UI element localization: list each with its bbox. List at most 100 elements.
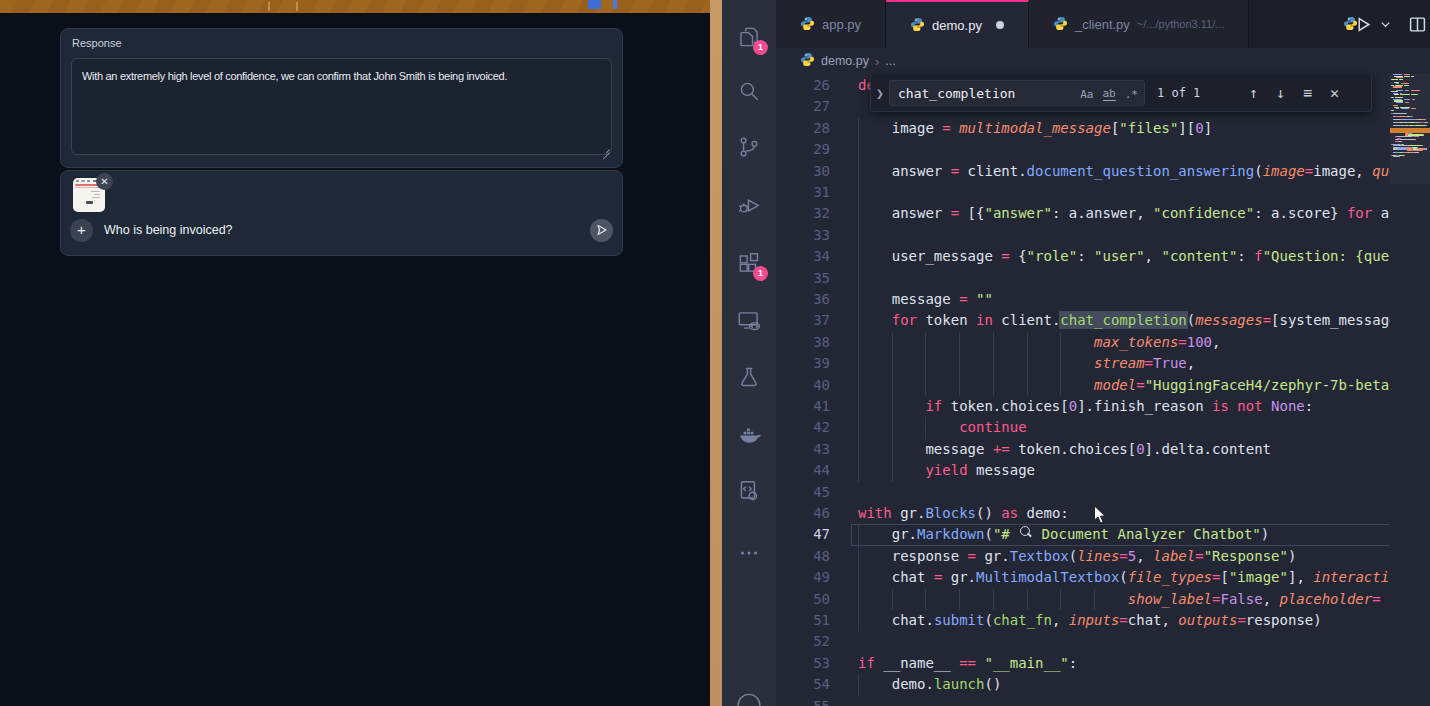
indent-guide <box>925 375 926 396</box>
textarea-resize-handle[interactable] <box>602 145 610 153</box>
source-control-icon[interactable] <box>736 134 762 160</box>
docker-icon[interactable] <box>736 422 762 448</box>
breadcrumb[interactable]: demo.py › ... <box>776 48 1430 74</box>
python-file-icon <box>800 52 815 70</box>
indent-guide <box>858 310 859 331</box>
code-line-28[interactable]: 28image = multimodal_message["files"][0] <box>776 118 1430 139</box>
code-line-40[interactable]: 40model="HuggingFaceH4/zephyr-7b-beta", <box>776 375 1430 396</box>
code-line-43[interactable]: 43message += token.choices[0].delta.cont… <box>776 439 1430 460</box>
whole-word-icon[interactable]: ab <box>1103 87 1116 101</box>
run-button[interactable] <box>1355 16 1372 33</box>
minimap[interactable] <box>1390 74 1430 706</box>
indent-guide <box>892 353 893 374</box>
send-button[interactable] <box>590 219 613 242</box>
indent-guide <box>858 118 859 139</box>
test-beaker-icon[interactable] <box>736 364 762 390</box>
tab-demo.py[interactable]: demo.py <box>886 0 1029 48</box>
code-line-47[interactable]: 47gr.Markdown("# Document Analyzer Chatb… <box>776 524 1430 545</box>
code-line-31[interactable]: 31 <box>776 182 1430 203</box>
code-line-52[interactable]: 52 <box>776 631 1430 652</box>
line-number: 38 <box>776 332 830 353</box>
line-number: 46 <box>776 503 830 524</box>
add-file-button[interactable]: + <box>70 219 93 242</box>
code-line-32[interactable]: 32answer = [{"answer": a.answer, "confid… <box>776 203 1430 224</box>
line-number: 30 <box>776 161 830 182</box>
python-file-icon <box>800 16 815 34</box>
send-icon <box>596 224 608 236</box>
breadcrumb-more[interactable]: ... <box>885 54 895 68</box>
code-line-38[interactable]: 38max_tokens=100, <box>776 332 1430 353</box>
code-text: message = "" <box>892 289 993 310</box>
remove-attachment-button[interactable]: ✕ <box>96 173 113 190</box>
indent-guide <box>1060 589 1061 610</box>
code-runner-icon[interactable] <box>736 478 762 504</box>
tab-client.py[interactable]: _client.py~/.../python3.11/... <box>1029 0 1249 48</box>
code-text: user_message = {"role": "user", "content… <box>892 246 1430 267</box>
indent-guide <box>993 353 994 374</box>
find-in-selection-icon[interactable]: ≡ <box>1303 84 1312 102</box>
find-input[interactable]: chat_completion Aa ab .* <box>889 80 1145 106</box>
code-line-42[interactable]: 42continue <box>776 417 1430 438</box>
indent-guide <box>858 203 859 224</box>
chat-input[interactable]: Who is being invoiced? <box>104 223 233 237</box>
code-text: answer = client.document_question_answer… <box>892 161 1430 182</box>
code-line-45[interactable]: 45 <box>776 482 1430 503</box>
line-number: 27 <box>776 96 830 117</box>
code-line-41[interactable]: 41if token.choices[0].finish_reason is n… <box>776 396 1430 417</box>
code-line-30[interactable]: 30 answer = client.document_question_answ… <box>776 161 1430 182</box>
indent-guide <box>858 417 859 438</box>
find-close-icon[interactable]: ✕ <box>1330 84 1339 102</box>
code-line-39[interactable]: 39stream=True, <box>776 353 1430 374</box>
code-line-53[interactable]: 53if __name__ == "__main__": <box>776 653 1430 674</box>
tab-label: demo.py <box>932 18 982 33</box>
indent-guide <box>1027 353 1028 374</box>
explorer-icon[interactable]: 1 <box>736 24 762 50</box>
regex-icon[interactable]: .* <box>1125 88 1138 101</box>
indent-guide <box>1027 332 1028 353</box>
line-number: 54 <box>776 674 830 695</box>
split-editor-button[interactable] <box>1409 16 1426 33</box>
code-line-33[interactable]: 33 <box>776 225 1430 246</box>
indent-guide <box>925 417 926 438</box>
response-output-block: Response With an extremely high level of… <box>60 28 623 168</box>
run-debug-icon[interactable] <box>736 192 762 218</box>
find-previous-icon[interactable]: ↑ <box>1249 84 1258 102</box>
code-editor[interactable]: 26def chat_fn(multimodal_message):2728im… <box>776 74 1430 706</box>
more-views-icon[interactable] <box>736 540 762 566</box>
find-next-icon[interactable]: ↓ <box>1276 84 1285 102</box>
indent-guide <box>858 268 859 289</box>
code-line-48[interactable]: 48response = gr.Textbox(lines=5, label="… <box>776 546 1430 567</box>
line-number: 49 <box>776 567 830 588</box>
code-line-44[interactable]: 44yield message <box>776 460 1430 481</box>
code-line-49[interactable]: 49chat = gr.MultimodalTextbox(file_types… <box>776 567 1430 588</box>
match-case-icon[interactable]: Aa <box>1080 88 1093 101</box>
response-textarea[interactable]: With an extremely high level of confiden… <box>71 58 612 155</box>
breadcrumb-file[interactable]: demo.py <box>821 54 869 68</box>
indent-guide <box>892 417 893 438</box>
search-icon[interactable] <box>736 78 762 104</box>
line-number: 28 <box>776 118 830 139</box>
line-number: 52 <box>776 631 830 652</box>
code-line-50[interactable]: 50show_label=False, placeholder= <box>776 589 1430 610</box>
vscode-window: 1 1 app.p <box>722 0 1430 706</box>
modified-dot-icon[interactable] <box>996 21 1004 29</box>
line-number: 53 <box>776 653 830 674</box>
python-file-icon <box>1053 16 1068 34</box>
code-line-55[interactable]: 55 <box>776 696 1430 706</box>
extensions-icon[interactable]: 1 <box>736 250 762 276</box>
code-line-51[interactable]: 51chat.submit(chat_fn, inputs=chat, outp… <box>776 610 1430 631</box>
editor-tab-bar: app.py demo.py _client.py~/.../python3.11/… <box>776 0 1430 48</box>
code-line-29[interactable]: 29 <box>776 139 1430 160</box>
run-dropdown-chevron[interactable] <box>1380 19 1391 30</box>
code-text: for token in client.chat_completion(mess… <box>892 310 1406 331</box>
find-toggle-replace-chevron[interactable]: ❯ <box>871 86 889 101</box>
remote-explorer-icon[interactable] <box>736 308 762 334</box>
code-line-37[interactable]: 37for token in client.chat_completion(me… <box>776 310 1430 331</box>
account-icon[interactable] <box>736 690 762 706</box>
code-line-34[interactable]: 34user_message = {"role": "user", "conte… <box>776 246 1430 267</box>
tab-app.py[interactable]: app.py <box>776 0 886 48</box>
code-line-36[interactable]: 36message = "" <box>776 289 1430 310</box>
indent-guide <box>925 353 926 374</box>
code-line-54[interactable]: 54demo.launch() <box>776 674 1430 695</box>
code-line-35[interactable]: 35 <box>776 268 1430 289</box>
